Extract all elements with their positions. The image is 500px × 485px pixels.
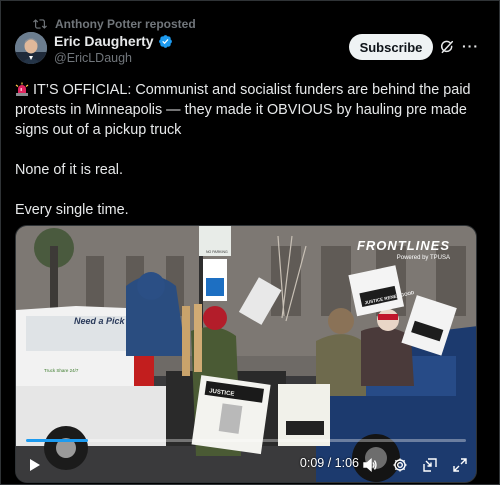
more-icon[interactable]: ··· (462, 38, 478, 54)
watermark-title: FRONTLINES (356, 238, 450, 253)
tweet-card: Anthony Potter reposted Eric Daugherty @… (0, 0, 500, 485)
repost-text: Anthony Potter reposted (55, 17, 196, 31)
author-info: Eric Daugherty @EricLDaugh (54, 33, 173, 65)
repost-icon (33, 19, 47, 29)
grok-icon[interactable] (439, 39, 455, 55)
video-progress-fill (26, 439, 88, 442)
verified-badge-icon[interactable] (158, 34, 173, 49)
repost-indicator[interactable]: Anthony Potter reposted (33, 15, 196, 33)
volume-icon[interactable] (362, 457, 378, 473)
video-progress-bar[interactable] (26, 439, 466, 442)
video-controls: 0:09 / 1:06 (16, 454, 476, 476)
tweet-body: IT’S OFFICIAL: Communist and socialist f… (15, 80, 489, 240)
play-icon[interactable] (26, 457, 42, 473)
video-frame: Need a Pick Truck Share 24/7 NO PARKING … (16, 226, 476, 482)
video-player[interactable]: Need a Pick Truck Share 24/7 NO PARKING … (15, 225, 477, 483)
avatar[interactable] (15, 32, 47, 64)
settings-gear-icon[interactable] (392, 457, 408, 473)
truck-slogan-text: Need a Pick (74, 316, 126, 326)
author-name[interactable]: Eric Daugherty (54, 33, 154, 49)
tweet-line-2: None of it is real. (15, 162, 123, 178)
fullscreen-icon[interactable] (452, 457, 468, 473)
tweet-line-3: Every single time. (15, 202, 129, 218)
siren-icon (15, 82, 29, 96)
tweet-line-1: IT’S OFFICIAL: Communist and socialist f… (15, 82, 471, 138)
watermark-subtitle: Powered by TPUSA (396, 255, 450, 261)
video-time: 0:09 / 1:06 (299, 456, 359, 470)
street-sign-text: NO PARKING (206, 250, 228, 254)
truck-rental-text: Truck Share 24/7 (44, 368, 79, 373)
video-watermark: FRONTLINES Powered by TPUSA (357, 238, 450, 261)
picture-in-picture-icon[interactable] (422, 457, 438, 473)
subscribe-button[interactable]: Subscribe (349, 34, 433, 60)
author-handle[interactable]: @EricLDaugh (54, 51, 173, 65)
